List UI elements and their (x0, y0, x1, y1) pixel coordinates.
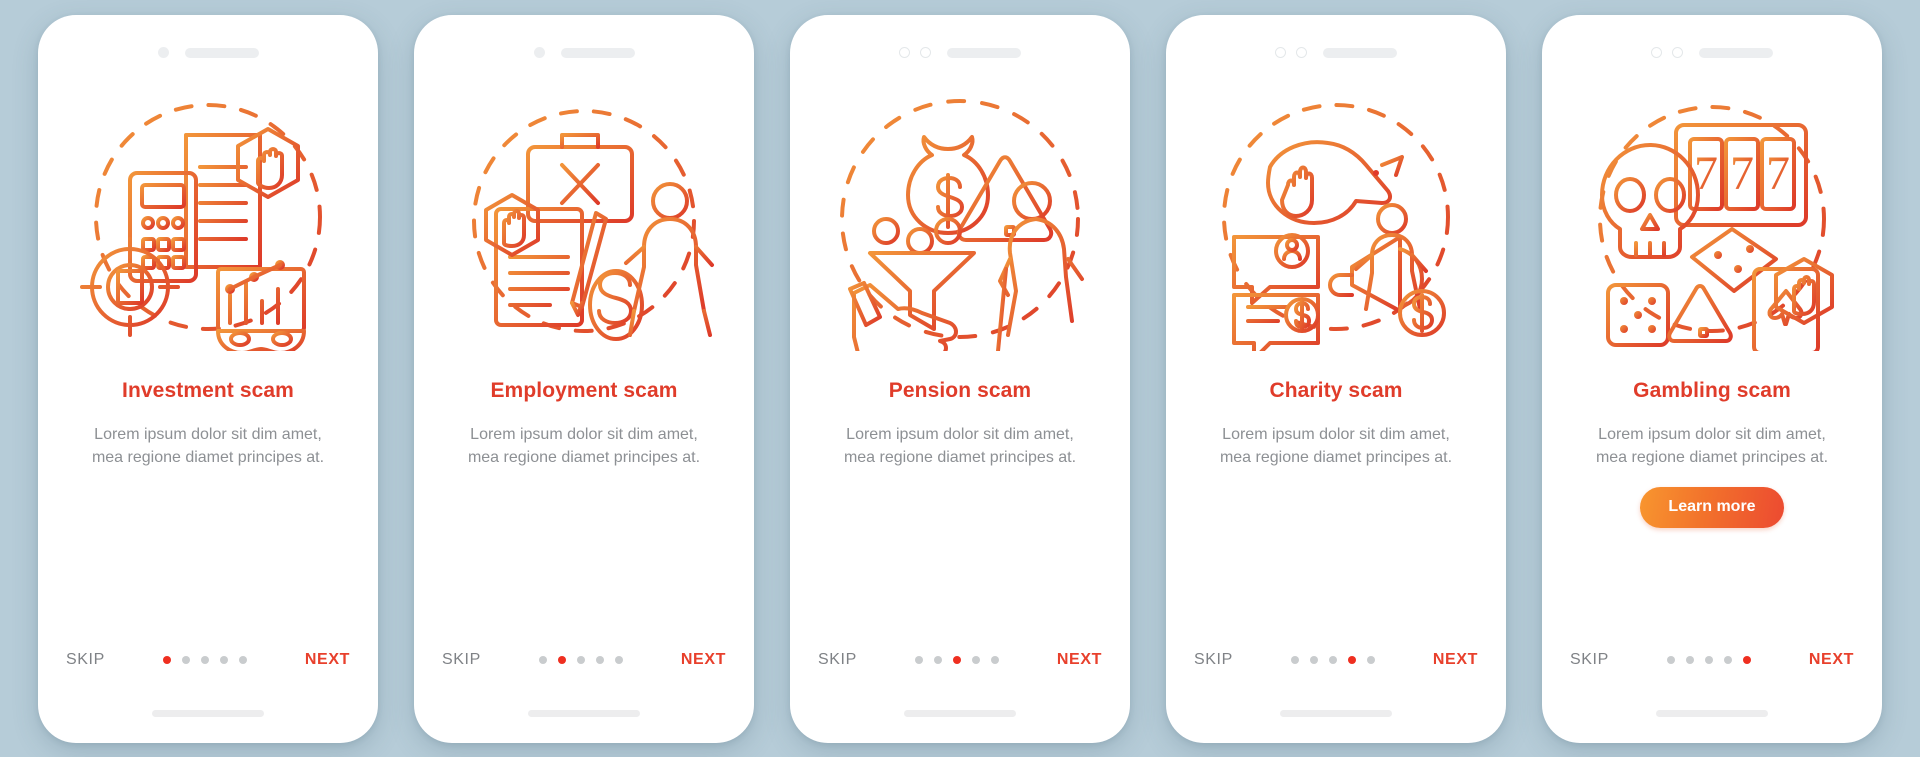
investment-scam-illustration (58, 79, 358, 361)
home-indicator (1656, 709, 1768, 717)
phone-status-bar (1166, 15, 1506, 73)
learn-more-button[interactable]: Learn more (1640, 486, 1784, 528)
page-description: Lorem ipsum dolor sit dim amet, mea regi… (91, 425, 325, 466)
onboarding-nav: SKIP NEXT (790, 651, 1130, 669)
speaker-grille-icon (184, 47, 259, 58)
page-title: Gambling scam (1633, 378, 1791, 402)
step-dot-4[interactable] (219, 655, 228, 664)
camera-icon (899, 47, 910, 58)
phone-status-bar (38, 15, 378, 73)
step-dot-2[interactable] (1309, 655, 1318, 664)
sensor-icon (920, 47, 931, 58)
step-dot-1[interactable] (1666, 655, 1675, 664)
pension-scam-illustration (810, 79, 1110, 361)
step-dot-3[interactable] (952, 655, 961, 664)
page-title: Pension scam (888, 378, 1032, 402)
home-indicator (904, 709, 1016, 717)
phone-screen-gambling-scam: 7 7 7 Gambling scam Lorem ipsum dolor si… (1542, 14, 1882, 743)
speaker-grille-icon (947, 47, 1021, 58)
camera-icon (1651, 47, 1662, 58)
next-button[interactable]: NEXT (1057, 651, 1102, 669)
step-indicator (914, 655, 999, 664)
step-dot-4[interactable] (1347, 655, 1356, 664)
step-dot-5[interactable] (1366, 655, 1375, 664)
svg-text:7: 7 (1766, 147, 1790, 200)
step-indicator (538, 655, 623, 664)
phone-status-bar (790, 15, 1130, 73)
step-dot-5[interactable] (1742, 655, 1751, 664)
step-dot-2[interactable] (933, 655, 942, 664)
onboarding-nav: SKIP NEXT (1542, 651, 1882, 669)
page-title: Charity scam (1269, 378, 1403, 402)
step-dot-3[interactable] (1704, 655, 1713, 664)
page-description: Lorem ipsum dolor sit dim amet, mea regi… (1595, 425, 1829, 466)
speaker-grille-icon (1323, 47, 1397, 58)
camera-icon (1275, 47, 1286, 58)
employment-scam-illustration (434, 79, 734, 361)
page-description: Lorem ipsum dolor sit dim amet, mea regi… (467, 425, 701, 466)
next-button[interactable]: NEXT (681, 651, 726, 669)
home-indicator (528, 709, 640, 717)
phone-status-bar (1542, 15, 1882, 73)
step-dot-5[interactable] (238, 655, 247, 664)
phone-screen-charity-scam: Charity scam Lorem ipsum dolor sit dim a… (1166, 14, 1506, 743)
step-dot-1[interactable] (162, 655, 171, 664)
phone-screen-pension-scam: Pension scam Lorem ipsum dolor sit dim a… (790, 14, 1130, 743)
page-title: Employment scam (490, 378, 678, 402)
svg-text:7: 7 (1730, 147, 1754, 200)
step-dot-5[interactable] (614, 655, 623, 664)
onboarding-nav: SKIP NEXT (38, 651, 378, 669)
phone-screen-investment-scam: Investment scam Lorem ipsum dolor sit di… (38, 14, 378, 743)
step-dot-1[interactable] (1290, 655, 1299, 664)
camera-icon (157, 47, 169, 58)
next-button[interactable]: NEXT (1433, 651, 1478, 669)
phone-status-bar (414, 15, 754, 73)
step-dot-1[interactable] (538, 655, 547, 664)
step-indicator (1290, 655, 1375, 664)
step-dot-3[interactable] (1328, 655, 1337, 664)
step-indicator (162, 655, 247, 664)
step-dot-1[interactable] (914, 655, 923, 664)
step-dot-5[interactable] (990, 655, 999, 664)
step-dot-4[interactable] (971, 655, 980, 664)
page-title: Investment scam (122, 378, 294, 402)
step-dot-2[interactable] (557, 655, 566, 664)
step-dot-4[interactable] (1723, 655, 1732, 664)
gambling-scam-illustration: 7 7 7 (1562, 79, 1862, 361)
step-dot-4[interactable] (595, 655, 604, 664)
onboarding-nav: SKIP NEXT (414, 651, 754, 669)
skip-button[interactable]: SKIP (818, 651, 857, 669)
onboarding-screens-row: Investment scam Lorem ipsum dolor sit di… (0, 0, 1920, 757)
skip-button[interactable]: SKIP (66, 651, 105, 669)
next-button[interactable]: NEXT (305, 651, 350, 669)
speaker-grille-icon (560, 47, 635, 58)
step-dot-2[interactable] (181, 655, 190, 664)
skip-button[interactable]: SKIP (442, 651, 481, 669)
page-description: Lorem ipsum dolor sit dim amet, mea regi… (843, 425, 1077, 466)
page-description: Lorem ipsum dolor sit dim amet, mea regi… (1219, 425, 1453, 466)
phone-screen-employment-scam: Employment scam Lorem ipsum dolor sit di… (414, 14, 754, 743)
next-button[interactable]: NEXT (1809, 651, 1854, 669)
skip-button[interactable]: SKIP (1570, 651, 1609, 669)
step-indicator (1666, 655, 1751, 664)
home-indicator (1280, 709, 1392, 717)
speaker-grille-icon (1699, 47, 1773, 58)
home-indicator (152, 709, 264, 717)
step-dot-3[interactable] (576, 655, 585, 664)
step-dot-2[interactable] (1685, 655, 1694, 664)
onboarding-nav: SKIP NEXT (1166, 651, 1506, 669)
skip-button[interactable]: SKIP (1194, 651, 1233, 669)
sensor-icon (1296, 47, 1307, 58)
camera-icon (533, 47, 545, 58)
step-dot-3[interactable] (200, 655, 209, 664)
sensor-icon (1672, 47, 1683, 58)
charity-scam-illustration (1186, 79, 1486, 361)
